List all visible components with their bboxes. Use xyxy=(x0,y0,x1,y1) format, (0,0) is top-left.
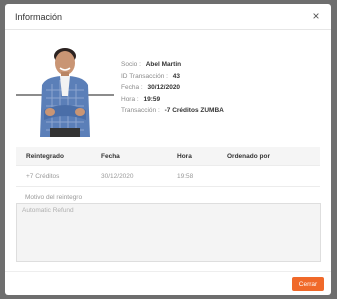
detail-socio: Socio : Abel Martin xyxy=(121,59,224,71)
time-label: Hora xyxy=(121,95,136,103)
date-label: Fecha xyxy=(121,84,140,91)
reason-textarea[interactable]: Automatic Refund xyxy=(16,203,321,262)
detail-time: Hora : 19:59 xyxy=(121,94,224,106)
socio-value: Abel Martin xyxy=(145,61,182,68)
close-button[interactable]: Cerrar xyxy=(292,277,324,291)
column-header-ordenado-por: Ordenado por xyxy=(227,152,270,160)
separator: : xyxy=(166,72,168,80)
date-value: 30/12/2020 xyxy=(147,84,181,91)
refund-table: Reintegrado Fecha Hora Ordenado por +7 C… xyxy=(16,147,320,187)
transaction-id-value: 43 xyxy=(172,72,181,80)
cell-hora: 19:58 xyxy=(177,172,194,180)
modal-header: Información × xyxy=(5,4,331,30)
time-value: 19:59 xyxy=(143,95,161,103)
transaction-label: Transacción xyxy=(121,107,157,114)
column-header-hora: Hora xyxy=(177,152,192,160)
info-modal: Información × Socio: Abel Martin ID Tra… xyxy=(5,4,331,295)
column-header-reintegrado: Reintegrado xyxy=(26,152,64,160)
cell-fecha: 30/12/2020 xyxy=(101,172,134,180)
member-photo xyxy=(16,40,114,137)
socio-label: Socio xyxy=(121,61,138,68)
table-row: +7 Créditos 30/12/2020 19:58 xyxy=(16,166,320,187)
member-photo-image xyxy=(16,40,114,137)
detail-date: Fecha : 30/12/2020 xyxy=(121,82,224,94)
column-header-fecha: Fecha xyxy=(101,152,120,160)
detail-transaction-id: ID Transacción : 43 xyxy=(121,71,224,83)
close-icon[interactable]: × xyxy=(310,10,322,22)
transaction-value: -7 Créditos ZUMBA xyxy=(164,107,224,114)
transaction-id-label: ID Transacción xyxy=(121,72,165,80)
cell-reintegrado: +7 Créditos xyxy=(26,172,60,180)
table-header: Reintegrado Fecha Hora Ordenado por xyxy=(16,147,320,166)
separator: : xyxy=(136,95,139,103)
reason-label: Motivo del reintegro xyxy=(25,194,83,201)
transaction-details: Socio : Abel Martin ID Transacción : 43 … xyxy=(121,59,224,117)
modal-title: Información xyxy=(15,11,63,22)
separator: : xyxy=(140,84,143,91)
footer-divider xyxy=(5,271,331,272)
detail-transaction: Transacción : -7 Créditos ZUMBA xyxy=(121,105,224,117)
separator: : xyxy=(139,61,141,68)
separator: : xyxy=(157,107,160,114)
